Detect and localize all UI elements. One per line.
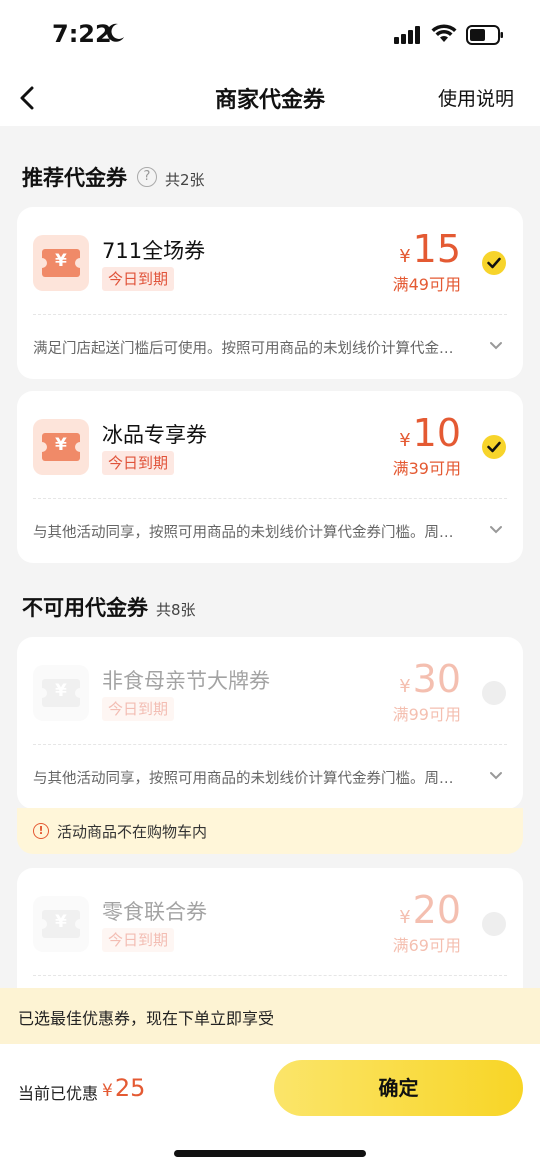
expiry-badge: 今日到期 bbox=[102, 928, 175, 952]
coupon-condition: 满39可用 bbox=[392, 459, 461, 478]
nav-bar: 商家代金券 使用说明 bbox=[0, 72, 540, 126]
warning-icon: ! bbox=[33, 823, 49, 839]
coupon-name: 非食母亲节大牌券 bbox=[102, 669, 270, 693]
selected-checkbox[interactable] bbox=[482, 435, 506, 459]
checkmark-icon bbox=[487, 441, 501, 453]
divider bbox=[33, 314, 507, 315]
section-title: 推荐代金券 bbox=[22, 166, 127, 190]
coupon-price: ¥ 10 满39可用 bbox=[393, 411, 461, 479]
coupon-description: 与其他活动同享，按照可用商品的未划线价计算代金券门槛。周… bbox=[33, 525, 454, 541]
expiry-badge: 今日到期 bbox=[102, 451, 175, 475]
divider bbox=[33, 744, 507, 745]
coupon-name: 冰品专享券 bbox=[102, 423, 207, 447]
chevron-down-icon[interactable] bbox=[489, 341, 503, 351]
signal-icon bbox=[394, 26, 420, 44]
coupon-ticket-icon: ¥ bbox=[33, 665, 89, 721]
status-time: 7:22 bbox=[52, 20, 112, 48]
currency-symbol: ¥ bbox=[399, 676, 411, 697]
unselected-radio bbox=[482, 912, 506, 936]
coupon-price: ¥ 30 满99可用 bbox=[393, 657, 461, 725]
section-count: 共2张 bbox=[165, 170, 205, 189]
divider bbox=[33, 975, 507, 976]
coupon-condition: 满49可用 bbox=[392, 275, 461, 294]
section-title: 不可用代金券 bbox=[22, 596, 148, 620]
confirm-button[interactable]: 确定 bbox=[274, 1060, 523, 1116]
disabled-coupon-card[interactable]: ¥ 非食母亲节大牌券 今日到期 ¥ 30 满99可用 与其他活动同享，按照可用商… bbox=[17, 637, 523, 809]
currency-symbol: ¥ bbox=[102, 1081, 113, 1101]
coupon-ticket-icon: ¥ bbox=[33, 235, 89, 291]
coupon-name: 零食联合券 bbox=[102, 900, 207, 924]
usage-instructions-link[interactable]: 使用说明 bbox=[438, 84, 514, 111]
currency-symbol: ¥ bbox=[399, 907, 411, 928]
chevron-down-icon[interactable] bbox=[489, 771, 503, 781]
coupon-card[interactable]: ¥ 冰品专享券 今日到期 ¥ 10 满39可用 与其他活动同享，按照可用商品的未… bbox=[17, 391, 523, 563]
coupon-ticket-icon: ¥ bbox=[33, 419, 89, 475]
coupon-name: 711全场券 bbox=[102, 239, 206, 263]
coupon-price: ¥ 15 满49可用 bbox=[393, 227, 461, 295]
section-count: 共8张 bbox=[156, 600, 196, 619]
wifi-icon bbox=[431, 24, 457, 42]
best-coupon-message: 已选最佳优惠券，现在下单立即享受 bbox=[18, 1009, 275, 1028]
divider bbox=[33, 498, 507, 499]
coupon-amount: 30 bbox=[412, 657, 461, 701]
saved-label: 当前已优惠 bbox=[18, 1084, 99, 1103]
currency-symbol: ¥ bbox=[399, 430, 411, 451]
home-indicator bbox=[174, 1150, 366, 1157]
unavailable-section-header: 不可用代金券 共8张 bbox=[22, 592, 196, 622]
unavailable-reason-bar: ! 活动商品不在购物车内 bbox=[17, 808, 523, 854]
recommended-section-header: 推荐代金券 ? 共2张 bbox=[22, 162, 205, 192]
unavailable-reason: 活动商品不在购物车内 bbox=[57, 823, 208, 841]
saved-value: 25 bbox=[114, 1074, 146, 1102]
expiry-badge: 今日到期 bbox=[102, 267, 175, 291]
coupon-description: 满足门店起送门槛后可使用。按照可用商品的未划线价计算代金… bbox=[33, 341, 454, 357]
coupon-amount: 10 bbox=[412, 411, 461, 455]
coupon-condition: 满99可用 bbox=[392, 705, 461, 724]
moon-icon bbox=[107, 23, 124, 42]
unselected-radio bbox=[482, 681, 506, 705]
expiry-badge: 今日到期 bbox=[102, 697, 175, 721]
checkmark-icon bbox=[487, 257, 501, 269]
coupon-amount: 15 bbox=[412, 227, 461, 271]
saved-amount: ¥ 25 bbox=[102, 1074, 145, 1102]
coupon-description: 与其他活动同享，按照可用商品的未划线价计算代金券门槛。周… bbox=[33, 771, 454, 787]
currency-symbol: ¥ bbox=[399, 246, 411, 267]
coupon-amount: 20 bbox=[412, 888, 461, 932]
coupon-ticket-icon: ¥ bbox=[33, 896, 89, 952]
battery-icon bbox=[466, 25, 503, 45]
chevron-down-icon[interactable] bbox=[489, 525, 503, 535]
question-icon[interactable]: ? bbox=[137, 167, 157, 187]
selected-checkbox[interactable] bbox=[482, 251, 506, 275]
best-coupon-banner: 已选最佳优惠券，现在下单立即享受 bbox=[0, 988, 540, 1044]
status-bar: 7:22 bbox=[0, 0, 540, 72]
coupon-card[interactable]: ¥ 711全场券 今日到期 ¥ 15 满49可用 满足门店起送门槛后可使用。按照… bbox=[17, 207, 523, 379]
coupon-price: ¥ 20 满69可用 bbox=[393, 888, 461, 956]
coupon-condition: 满69可用 bbox=[392, 936, 461, 955]
